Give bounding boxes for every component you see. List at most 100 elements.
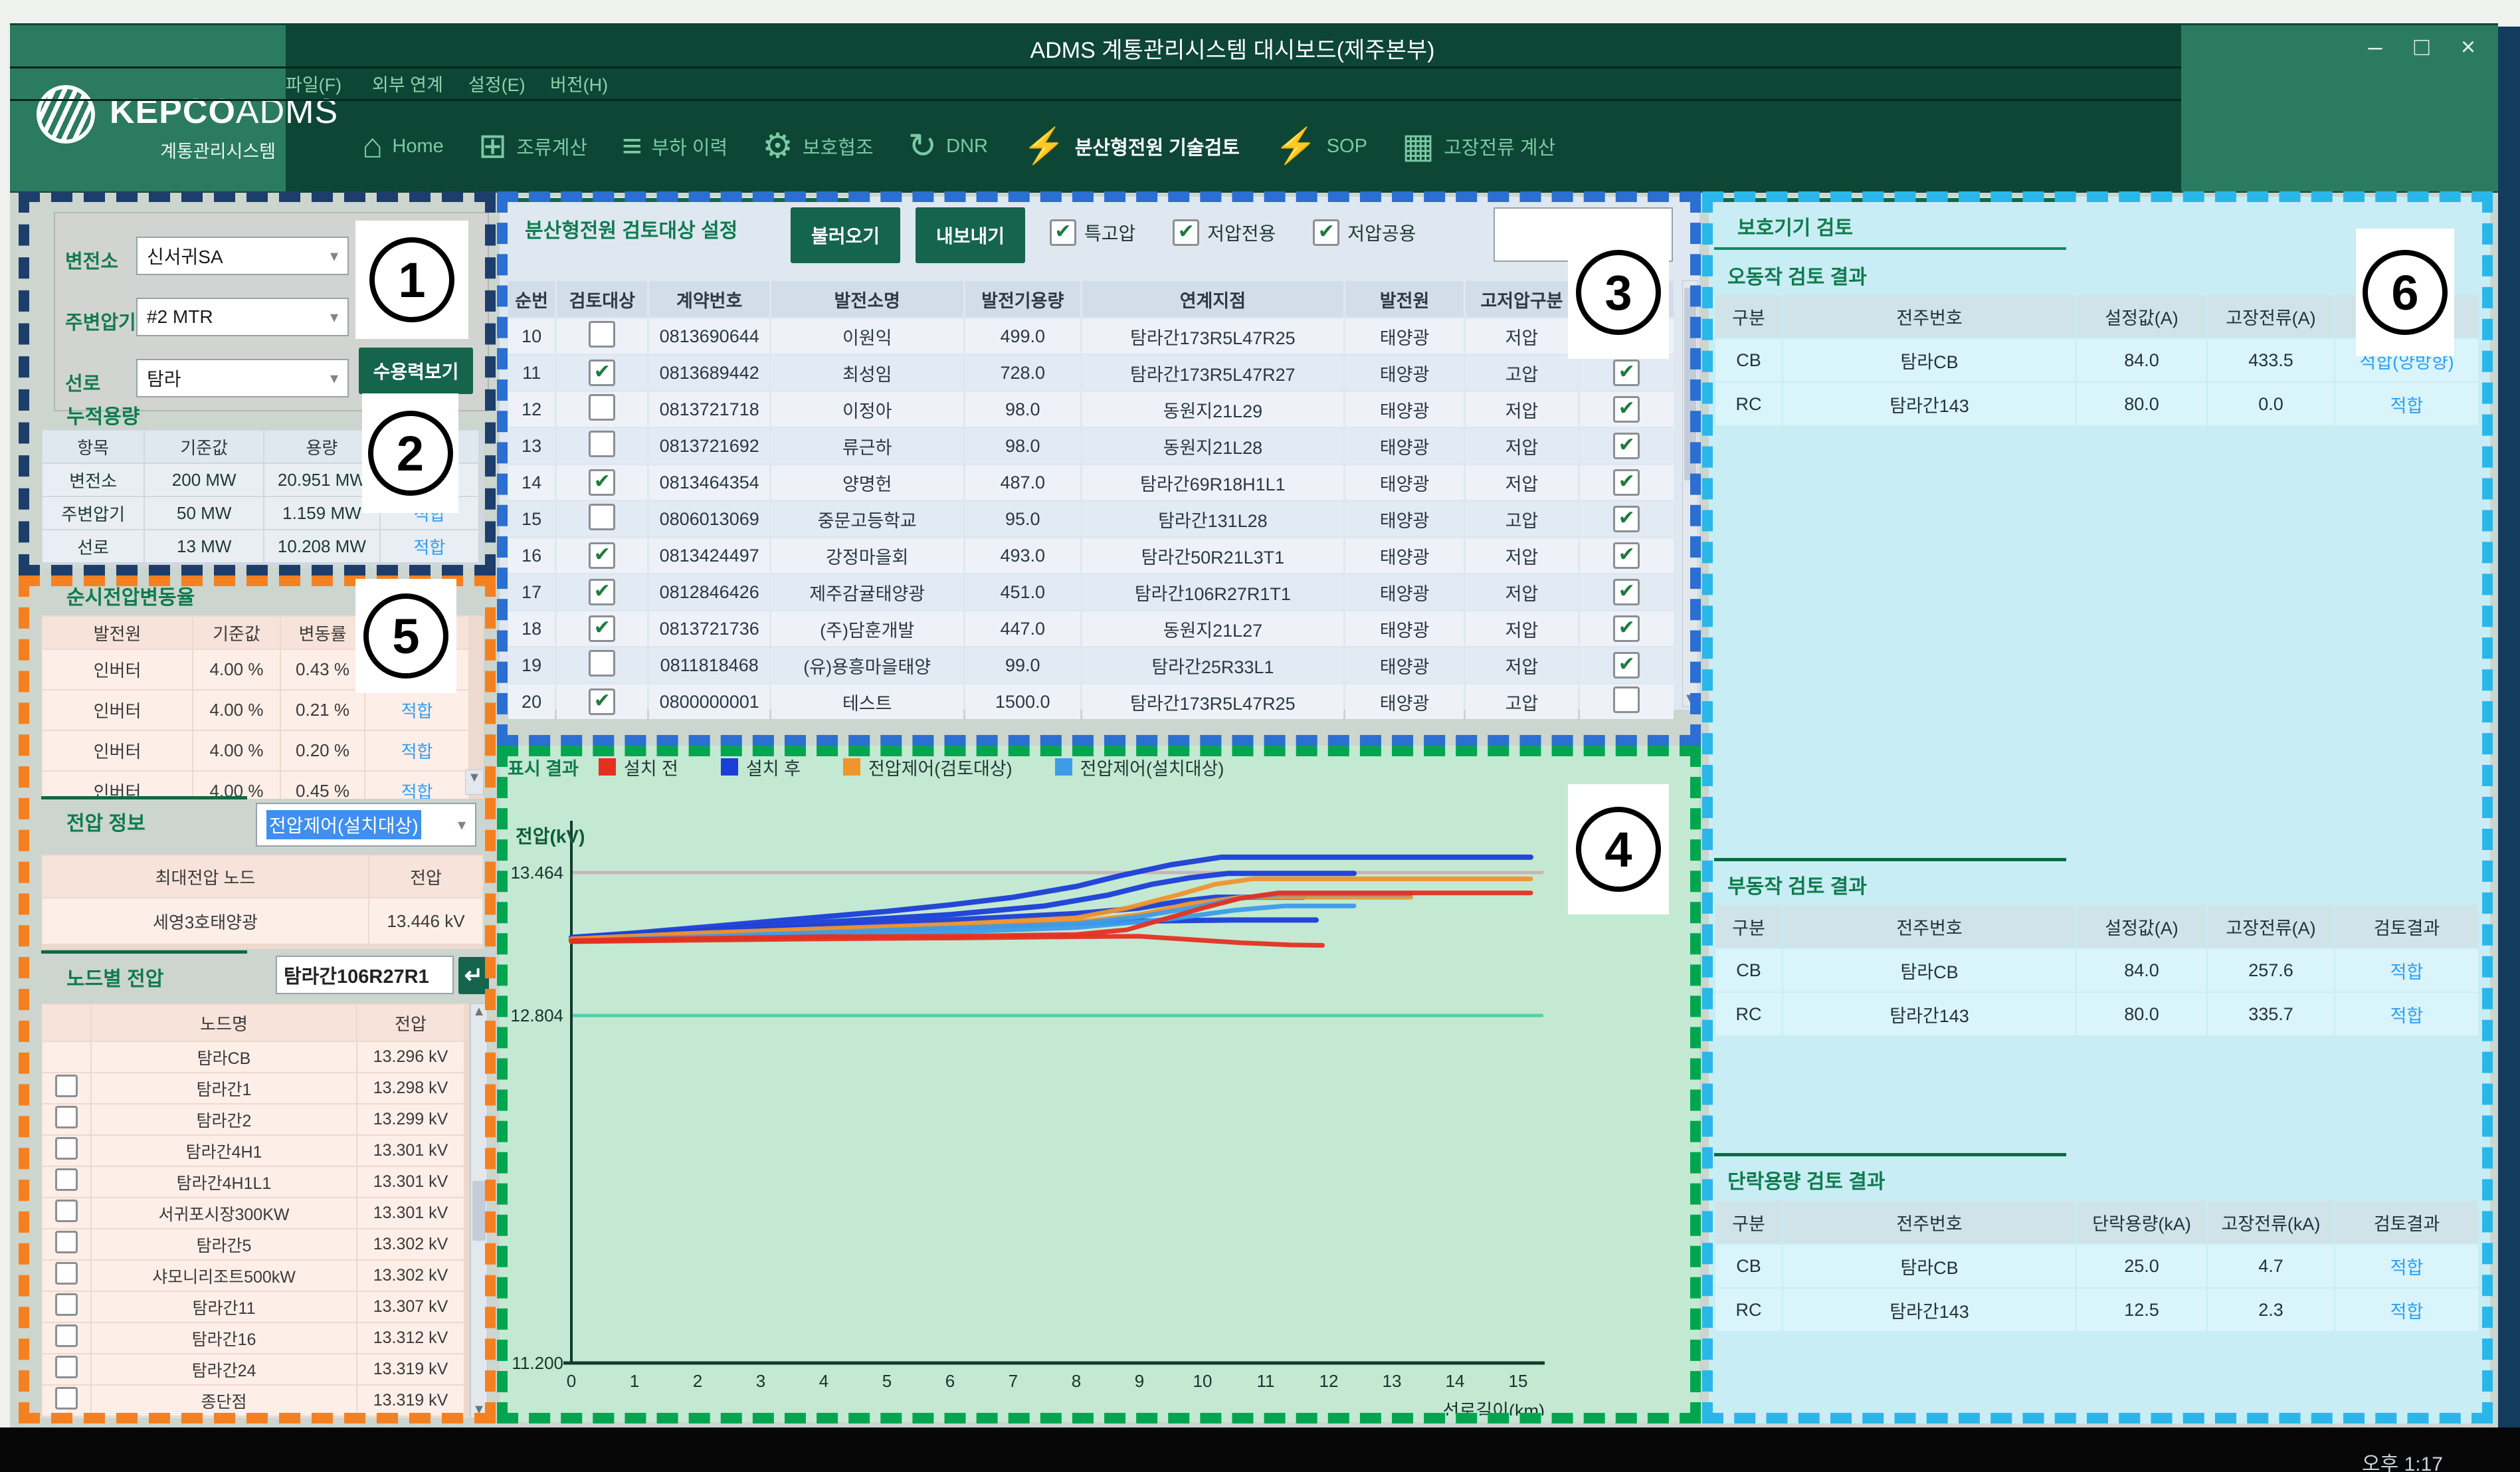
filter-checkbox[interactable]: [1313, 219, 1339, 246]
table-row[interactable]: CB탐라CB25.04.7적합: [1715, 1245, 2478, 1287]
table-row[interactable]: 150806013069중문고등학교95.0탐라간131L28태양광고압: [508, 502, 1674, 536]
table-row[interactable]: 140813464354양명헌487.0탐라간69R18H1L1태양광저압: [508, 465, 1674, 500]
table-row[interactable]: 탐라간2413.319 kV: [43, 1354, 464, 1384]
table-row[interactable]: 세영3호태양광13.446 kV: [43, 898, 482, 944]
der-table-scrollbar[interactable]: ▼: [1682, 280, 1698, 707]
table-row[interactable]: 종단점13.319 kV: [43, 1386, 464, 1416]
table-row[interactable]: 서귀포시장300KW13.301 kV: [43, 1198, 464, 1228]
scroll-down-icon[interactable]: ▼: [472, 1402, 486, 1418]
row-checkbox[interactable]: [589, 688, 615, 715]
table-row[interactable]: 160813424497강정마을회493.0탐라간50R21L3T1태양광저압: [508, 538, 1674, 573]
scroll-thumb[interactable]: [472, 1181, 485, 1241]
table-row[interactable]: CB탐라CB84.0257.6적합: [1715, 949, 2478, 992]
row-checkbox[interactable]: [55, 1356, 78, 1378]
row-checkbox[interactable]: [55, 1200, 78, 1222]
row-checkbox[interactable]: [55, 1293, 78, 1316]
scroll-down-icon[interactable]: ▼: [1684, 691, 1697, 706]
view-capacity-button[interactable]: 수용력보기: [359, 348, 473, 394]
table-row[interactable]: RC탐라간14380.00.0적합: [1715, 383, 2478, 425]
menu-file[interactable]: 파일(F): [286, 70, 341, 96]
toolbar-item-dnr[interactable]: ↻DNR: [908, 129, 988, 163]
table-row[interactable]: 탐라CB13.296 kV: [43, 1042, 464, 1072]
table-row[interactable]: 탐라간113.298 kV: [43, 1073, 464, 1103]
toolbar-item-power-flow[interactable]: ⊞조류계산: [478, 129, 587, 163]
row-checkbox[interactable]: [1613, 652, 1640, 679]
maximize-button[interactable]: □: [2402, 33, 2442, 62]
row-checkbox[interactable]: [589, 542, 615, 569]
row-checkbox[interactable]: [589, 431, 615, 457]
row-checkbox[interactable]: [1613, 615, 1640, 642]
row-checkbox[interactable]: [589, 360, 615, 386]
table-row[interactable]: 130813721692류근하98.0동원지21L28태양광저압: [508, 429, 1674, 463]
table-row[interactable]: 탐라간1113.307 kV: [43, 1292, 464, 1322]
toolbar-item-sop[interactable]: ⚡SOP: [1274, 129, 1367, 163]
table-row[interactable]: 120813721718이정아98.0동원지21L29태양광저압: [508, 392, 1674, 427]
row-checkbox[interactable]: [1613, 506, 1640, 532]
load-button[interactable]: 불러오기: [791, 207, 900, 263]
table-row[interactable]: 탐라간4H1L113.301 kV: [43, 1167, 464, 1197]
row-checkbox[interactable]: [55, 1075, 78, 1097]
toolbar-item-home[interactable]: ⌂Home: [362, 129, 444, 163]
row-checkbox[interactable]: [589, 321, 615, 348]
row-checkbox[interactable]: [589, 469, 615, 496]
row-checkbox[interactable]: [55, 1106, 78, 1128]
row-checkbox[interactable]: [1613, 469, 1640, 496]
export-button[interactable]: 내보내기: [916, 207, 1025, 263]
menu-external-link[interactable]: 외부 연계: [372, 70, 443, 96]
filter-checkbox[interactable]: [1173, 219, 1199, 246]
row-checkbox[interactable]: [1613, 360, 1640, 386]
node-table-scrollbar[interactable]: ▲ ▼: [470, 1003, 488, 1418]
row-checkbox[interactable]: [1613, 433, 1640, 459]
close-button[interactable]: ×: [2448, 33, 2488, 62]
row-checkbox[interactable]: [589, 650, 615, 677]
table-row[interactable]: 인버터4.00 %0.21 %적합: [43, 690, 468, 730]
flicker-scroll-down[interactable]: ▼: [465, 770, 484, 795]
row-checkbox[interactable]: [1613, 542, 1640, 569]
row-checkbox[interactable]: [589, 394, 615, 421]
table-row[interactable]: 180813721736(주)담훈개발447.0동원지21L27태양광저압: [508, 611, 1674, 646]
menu-version[interactable]: 버전(H): [550, 70, 608, 96]
row-checkbox[interactable]: [589, 579, 615, 605]
toolbar-item-load-history[interactable]: ≡부하 이력: [622, 129, 727, 163]
row-checkbox[interactable]: [1613, 396, 1640, 423]
toolbar-item-der-review[interactable]: ⚡분산형전원 기술검토: [1022, 129, 1240, 163]
table-row[interactable]: 샤모니리조트500kW13.302 kV: [43, 1261, 464, 1291]
row-checkbox[interactable]: [55, 1324, 78, 1347]
row-checkbox[interactable]: [55, 1231, 78, 1253]
row-checkbox[interactable]: [55, 1387, 78, 1410]
filter-low-voltage-dedicated[interactable]: 저압전용: [1173, 219, 1276, 246]
table-row[interactable]: 탐라간213.299 kV: [43, 1104, 464, 1134]
line-select[interactable]: 탐라▾: [136, 359, 349, 397]
table-row[interactable]: 인버터4.00 %0.20 %적합: [43, 731, 468, 770]
table-row[interactable]: 200800000001테스트1500.0탐라간173R5L47R25태양광고압: [508, 684, 1674, 719]
row-checkbox[interactable]: [55, 1262, 78, 1285]
row-checkbox[interactable]: [55, 1137, 78, 1160]
table-row[interactable]: 110813689442최성임728.0탐라간173R5L47R27태양광고압: [508, 356, 1674, 390]
filter-extra-high-voltage[interactable]: 특고압: [1050, 219, 1135, 246]
table-row[interactable]: 탐라간4H113.301 kV: [43, 1136, 464, 1166]
table-row[interactable]: 탐라간1613.312 kV: [43, 1323, 464, 1353]
table-row[interactable]: 170812846426제주감귤태양광451.0탐라간106R27R1T1태양광…: [508, 575, 1674, 609]
row-checkbox[interactable]: [1613, 686, 1640, 713]
table-row[interactable]: RC탐라간14380.0335.7적합: [1715, 993, 2478, 1035]
menu-settings[interactable]: 설정(E): [468, 70, 526, 96]
filter-checkbox[interactable]: [1050, 219, 1076, 246]
table-row[interactable]: 190811818468(유)용흥마을태양99.0탐라간25R33L1태양광저압: [508, 648, 1674, 683]
row-checkbox[interactable]: [589, 615, 615, 642]
toolbar-item-protection[interactable]: ⚙보호협조: [762, 129, 873, 163]
table-row[interactable]: 선로13 MW10.208 MW적합: [43, 530, 478, 562]
node-search-enter-button[interactable]: ↵: [458, 957, 489, 994]
minimize-button[interactable]: –: [2355, 33, 2395, 62]
toolbar-item-fault-current[interactable]: ▦고장전류 계산: [1402, 129, 1555, 163]
main-transformer-select[interactable]: #2 MTR▾: [136, 298, 349, 336]
voltage-display-select[interactable]: 전압제어(설치대상) ▾: [256, 803, 476, 847]
scroll-up-icon[interactable]: ▲: [472, 1004, 486, 1019]
row-checkbox[interactable]: [1613, 579, 1640, 605]
table-row[interactable]: 100813690644이원익499.0탐라간173R5L47R25태양광저압: [508, 319, 1674, 354]
node-search-input[interactable]: 탐라간106R27R1: [276, 956, 454, 994]
row-checkbox[interactable]: [55, 1168, 78, 1191]
substation-select[interactable]: 신서귀SA▾: [136, 237, 349, 275]
scroll-thumb[interactable]: [1684, 288, 1696, 480]
filter-low-voltage-shared[interactable]: 저압공용: [1313, 219, 1416, 246]
table-row[interactable]: RC탐라간14312.52.3적합: [1715, 1289, 2478, 1331]
